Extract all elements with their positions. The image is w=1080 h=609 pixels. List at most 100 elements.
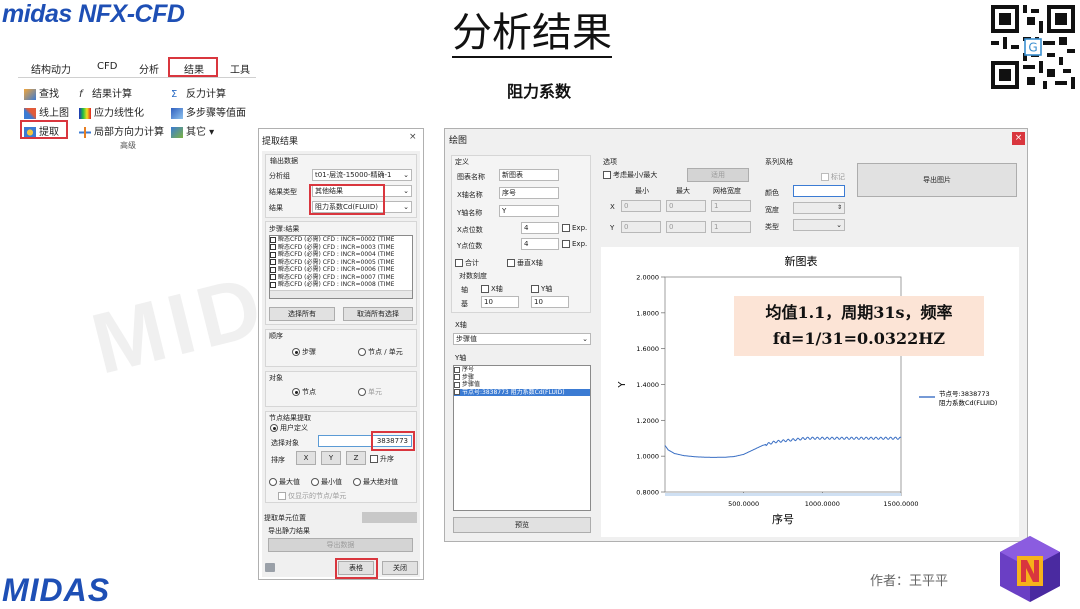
chart-name-input[interactable]: 新图表 [499, 169, 559, 181]
consider-minmax-checkbox[interactable]: 考虑最小/最大 [603, 170, 657, 180]
find-button[interactable]: 查找 [24, 85, 59, 100]
extract-dialog-close-button[interactable]: × [409, 132, 417, 142]
y-min-input[interactable]: 0 [621, 221, 661, 233]
x-max-input[interactable]: 0 [666, 200, 706, 212]
x-axis-select[interactable]: 步骤值 ⌄ [453, 333, 591, 345]
chart-title: 新图表 [785, 254, 818, 268]
step-item[interactable]: 瞬态CFD (必需) CFD : INCR=0007 (TIME [270, 274, 412, 282]
base-x-input[interactable]: 10 [481, 296, 519, 308]
step-item[interactable]: 瞬态CFD (必需) CFD : INCR=0003 (TIME [270, 244, 412, 252]
width-input[interactable]: ⇕ [793, 202, 845, 214]
analysis-group-select[interactable]: t01-层流-15000-精确-1 ⌄ [312, 169, 412, 181]
y-axis-list[interactable]: 序号 步骤 步骤值 节点号:3838773 阻力系数Cd(FLUID) [453, 365, 591, 511]
graph-dialog-close-button[interactable]: × [1012, 132, 1025, 145]
element-position-select[interactable] [362, 512, 417, 523]
log-y-checkbox[interactable]: Y轴 [531, 284, 552, 294]
x-min-input[interactable]: 0 [621, 200, 661, 212]
deselect-all-button[interactable]: 取消所有选择 [343, 307, 413, 321]
ascending-checkbox[interactable]: 升序 [370, 454, 394, 464]
output-data-label: 输出数据 [270, 157, 298, 165]
marker-checkbox[interactable]: 标记 [821, 172, 845, 182]
results-tab-highlight [168, 57, 218, 77]
subtitle: 阻力系数 [507, 82, 572, 101]
result-label: 结果 [269, 204, 283, 212]
tab-analysis[interactable]: 分析 [139, 61, 159, 76]
only-shown-checkbox[interactable]: 仅显示的节点/单元 [278, 491, 346, 501]
preview-button[interactable]: 预览 [453, 517, 591, 533]
result-calc-button[interactable]: f 结果计算 [79, 85, 132, 101]
object-element-radio[interactable]: 单元 [358, 387, 382, 397]
color-picker[interactable] [793, 185, 845, 197]
user-defined-radio[interactable]: 用户定义 [270, 423, 308, 433]
close-button[interactable]: 关闭 [382, 561, 418, 575]
y-axis-item[interactable]: 步骤值 [454, 381, 590, 389]
step-item[interactable]: 瞬态CFD (必需) CFD : INCR=0008 (TIME [270, 281, 412, 289]
object-node-radio[interactable]: 节点 [292, 387, 316, 397]
opt-x-label: X [610, 203, 615, 211]
log-x-checkbox[interactable]: X轴 [481, 284, 503, 294]
y-grid-input[interactable]: 1 [711, 221, 751, 233]
max-radio[interactable]: 最大值 [269, 477, 300, 487]
x-grid-input[interactable]: 1 [711, 200, 751, 212]
y-digits-label: Y点位数 [457, 242, 483, 250]
step-item[interactable]: 瞬态CFD (必需) CFD : INCR=0006 (TIME [270, 266, 412, 274]
other-button[interactable]: 其它 ▾ [171, 123, 214, 138]
steps-list[interactable]: 瞬态CFD (必需) CFD : INCR=0002 (TIME 瞬态CFD (必… [269, 235, 413, 299]
result-selection-highlight [309, 184, 385, 215]
x-axis-name-label: X轴名称 [457, 191, 483, 199]
result-type-label: 结果类型 [269, 188, 297, 196]
base-y-input[interactable]: 10 [531, 296, 569, 308]
object-group [265, 371, 417, 407]
order-node-radio[interactable]: 节点 / 单元 [358, 347, 403, 357]
chart-name-label: 图表名称 [457, 173, 485, 181]
spinner-icon: ⇕ [836, 204, 842, 211]
eraser-icon[interactable] [265, 563, 275, 572]
abs-max-radio[interactable]: 最大绝对值 [353, 477, 398, 487]
y-axis-name-input[interactable]: Y [499, 205, 559, 217]
order-step-radio[interactable]: 步骤 [292, 347, 316, 357]
type-select[interactable]: ⌄ [793, 219, 845, 231]
y-axis-item[interactable]: 节点号:3838773 阻力系数Cd(FLUID) [454, 388, 590, 396]
sum-checkbox[interactable]: 合计 [455, 258, 479, 268]
line-plot-button[interactable]: 线上图 [24, 104, 69, 119]
y-axis-group-label: Y轴 [455, 354, 467, 362]
tab-structural-dynamics[interactable]: 结构动力 [31, 61, 71, 76]
min-radio[interactable]: 最小值 [311, 477, 342, 487]
y-exp-checkbox[interactable]: Exp. [562, 240, 587, 248]
apply-button[interactable]: 适用 [687, 168, 749, 182]
function-icon: f [79, 88, 83, 100]
y-tick-label: 1.0000 [636, 453, 659, 461]
x-axis-name-input[interactable]: 序号 [499, 187, 559, 199]
extract-results-dialog: 提取结果 × 输出数据 分析组 t01-层流-15000-精确-1 ⌄ 结果类型 … [258, 128, 424, 580]
steps-list-scrollbar[interactable] [270, 290, 412, 298]
sort-y-button[interactable]: Y [321, 451, 341, 465]
multistep-iso-button[interactable]: 多步骤等值面 [171, 104, 246, 119]
vertical-x-checkbox[interactable]: 垂直X轴 [507, 258, 543, 268]
x-digits-input[interactable]: 4 [521, 222, 559, 234]
chevron-down-icon: ⌄ [403, 187, 409, 195]
sort-z-button[interactable]: Z [346, 451, 366, 465]
contour-icon [79, 107, 91, 119]
element-position-label: 提取单元位置 [264, 514, 306, 522]
stress-linearize-button[interactable]: 应力线性化 [79, 104, 144, 119]
y-tick-label: 1.6000 [636, 345, 659, 353]
y-max-input[interactable]: 0 [666, 221, 706, 233]
select-all-button[interactable]: 选择所有 [269, 307, 335, 321]
tab-cfd[interactable]: CFD [97, 61, 117, 72]
chevron-down-icon: ⌄ [403, 171, 409, 179]
local-direction-force-button[interactable]: 局部方向力计算 [79, 123, 164, 138]
export-image-button[interactable]: 导出图片 [857, 163, 1017, 197]
sort-x-button[interactable]: X [296, 451, 316, 465]
reaction-calc-button[interactable]: Σ 反力计算 [171, 85, 226, 101]
y-axis-item[interactable]: 步骤 [454, 374, 590, 382]
tab-tools[interactable]: 工具 [230, 61, 250, 76]
step-item[interactable]: 瞬态CFD (必需) CFD : INCR=0004 (TIME [270, 251, 412, 259]
log-scale-label: 对数刻度 [459, 272, 487, 280]
y-digits-input[interactable]: 4 [521, 238, 559, 250]
ribbon-toolbar: 结构动力 CFD 分析 结果 工具 查找 f 结果计算 Σ 反力计算 线上图 应力线… [18, 56, 256, 150]
x-exp-checkbox[interactable]: Exp. [562, 224, 587, 232]
y-axis-item[interactable]: 序号 [454, 366, 590, 374]
step-item[interactable]: 瞬态CFD (必需) CFD : INCR=0005 (TIME [270, 259, 412, 267]
export-data-button[interactable]: 导出数据 [268, 538, 413, 552]
step-item[interactable]: 瞬态CFD (必需) CFD : INCR=0002 (TIME [270, 236, 412, 244]
